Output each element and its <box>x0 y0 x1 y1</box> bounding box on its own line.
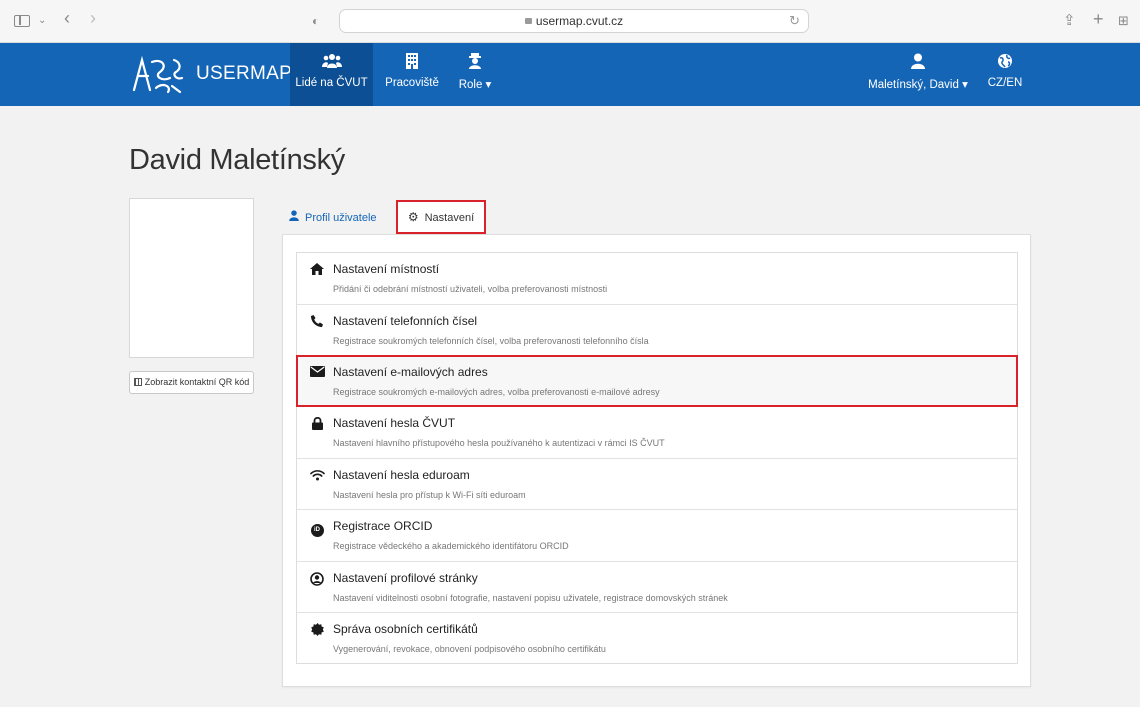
settings-item-title: Správa osobních certifikátů <box>333 622 478 636</box>
settings-item-emails[interactable]: Nastavení e-mailových adres Registrace s… <box>296 355 1018 407</box>
settings-item-desc: Registrace vědeckého a akademického iden… <box>333 541 569 551</box>
url-text: usermap.cvut.cz <box>340 14 808 28</box>
qr-code-icon <box>133 378 142 386</box>
nav-language-label: CZ/EN <box>987 77 1023 89</box>
tab-settings[interactable]: ⚙ Nastavení <box>396 200 486 234</box>
nav-people[interactable]: Lidé na ČVUT <box>290 43 373 106</box>
browser-toolbar: ⌄ ‹ › ◐ usermap.cvut.cz ↻ ⇪ + ⊞ <box>0 0 1140 43</box>
settings-item-title: Nastavení profilové stránky <box>333 570 478 585</box>
settings-item-certificates[interactable]: Správa osobních certifikátů Vygenerování… <box>297 613 1017 665</box>
nav-user-menu[interactable]: Maletínský, David ▾ <box>866 43 970 106</box>
cvut-logo-icon[interactable] <box>128 52 188 96</box>
settings-item-title: Registrace ORCID <box>333 519 433 533</box>
tab-user-profile[interactable]: Profil uživatele <box>289 200 377 234</box>
reload-icon[interactable]: ↻ <box>789 13 800 29</box>
settings-list: Nastavení místností Přidání či odebrání … <box>296 252 1018 664</box>
settings-item-desc: Vygenerování, revokace, obnovení podpiso… <box>333 644 606 654</box>
chevron-down-icon[interactable]: ⌄ <box>38 11 46 31</box>
user-icon <box>866 53 970 75</box>
settings-item-rooms[interactable]: Nastavení místností Přidání či odebrání … <box>297 253 1017 305</box>
new-tab-icon[interactable]: + <box>1093 9 1104 29</box>
tab-overview-icon[interactable]: ⊞ <box>1118 11 1129 31</box>
settings-item-phones[interactable]: Nastavení telefonních čísel Registrace s… <box>297 305 1017 356</box>
settings-item-eduroam[interactable]: Nastavení hesla eduroam Nastavení hesla … <box>297 459 1017 510</box>
settings-item-orcid[interactable]: iD Registrace ORCID Registrace vědeckého… <box>297 510 1017 562</box>
building-icon <box>382 53 442 75</box>
settings-item-title: Nastavení hesla eduroam <box>333 467 470 482</box>
share-icon[interactable]: ⇪ <box>1063 11 1076 31</box>
nav-people-label: Lidé na ČVUT <box>295 77 368 89</box>
globe-icon <box>983 53 1027 75</box>
settings-item-desc: Nastavení hesla pro přístup k Wi-Fi síti… <box>333 489 526 500</box>
nav-user-label: Maletínský, David ▾ <box>868 79 968 91</box>
user-icon <box>289 200 299 234</box>
settings-item-cvut-password[interactable]: Nastavení hesla ČVUT Nastavení hlavního … <box>297 407 1017 459</box>
wifi-icon <box>310 469 325 483</box>
settings-item-desc: Registrace soukromých telefonních čísel,… <box>333 335 649 346</box>
lock-icon <box>310 416 324 431</box>
nav-workplaces[interactable]: Pracoviště <box>382 43 442 106</box>
lock-icon <box>524 18 532 24</box>
address-bar[interactable]: usermap.cvut.cz ↻ <box>339 9 809 33</box>
role-icon <box>450 53 500 75</box>
shield-icon[interactable]: ◐ <box>312 11 319 31</box>
settings-item-desc: Nastavení hlavního přístupového hesla po… <box>333 438 665 448</box>
certificate-icon <box>310 623 324 637</box>
settings-panel: Nastavení místností Přidání či odebrání … <box>282 234 1031 687</box>
phone-icon <box>310 314 324 329</box>
settings-item-desc: Nastavení viditelnosti osobní fotografie… <box>333 592 728 603</box>
orcid-icon: iD <box>310 520 324 537</box>
page-title: David Maletínský <box>129 144 345 176</box>
sidebar-toggle-icon[interactable] <box>14 15 30 27</box>
users-icon <box>290 53 373 75</box>
settings-item-title: Nastavení e-mailových adres <box>333 365 488 379</box>
user-circle-icon <box>310 571 324 586</box>
settings-item-title: Nastavení hesla ČVUT <box>333 416 456 430</box>
settings-item-profile-page[interactable]: Nastavení profilové stránky Nastavení vi… <box>297 562 1017 613</box>
app-navbar: USERMAP Lidé na ČVUT Pracoviště Role ▾ M… <box>0 43 1140 106</box>
gear-icon: ⚙ <box>407 210 419 224</box>
home-icon <box>310 263 324 277</box>
settings-item-desc: Registrace soukromých e-mailových adres,… <box>333 387 660 397</box>
settings-item-title: Nastavení telefonních čísel <box>333 313 478 328</box>
profile-photo <box>129 198 254 358</box>
envelope-icon <box>310 366 325 380</box>
nav-roles-label: Role ▾ <box>458 79 492 91</box>
nav-workplaces-label: Pracoviště <box>385 77 439 89</box>
nav-roles[interactable]: Role ▾ <box>450 43 500 106</box>
forward-icon[interactable]: › <box>90 8 96 28</box>
qr-code-button[interactable]: Zobrazit kontaktní QR kód <box>129 371 254 394</box>
back-icon[interactable]: ‹ <box>64 8 70 28</box>
brand-name[interactable]: USERMAP <box>196 63 292 85</box>
settings-item-title: Nastavení místností <box>333 262 440 276</box>
settings-item-desc: Přidání či odebrání místností uživateli,… <box>333 284 608 294</box>
nav-language[interactable]: CZ/EN <box>983 43 1027 106</box>
